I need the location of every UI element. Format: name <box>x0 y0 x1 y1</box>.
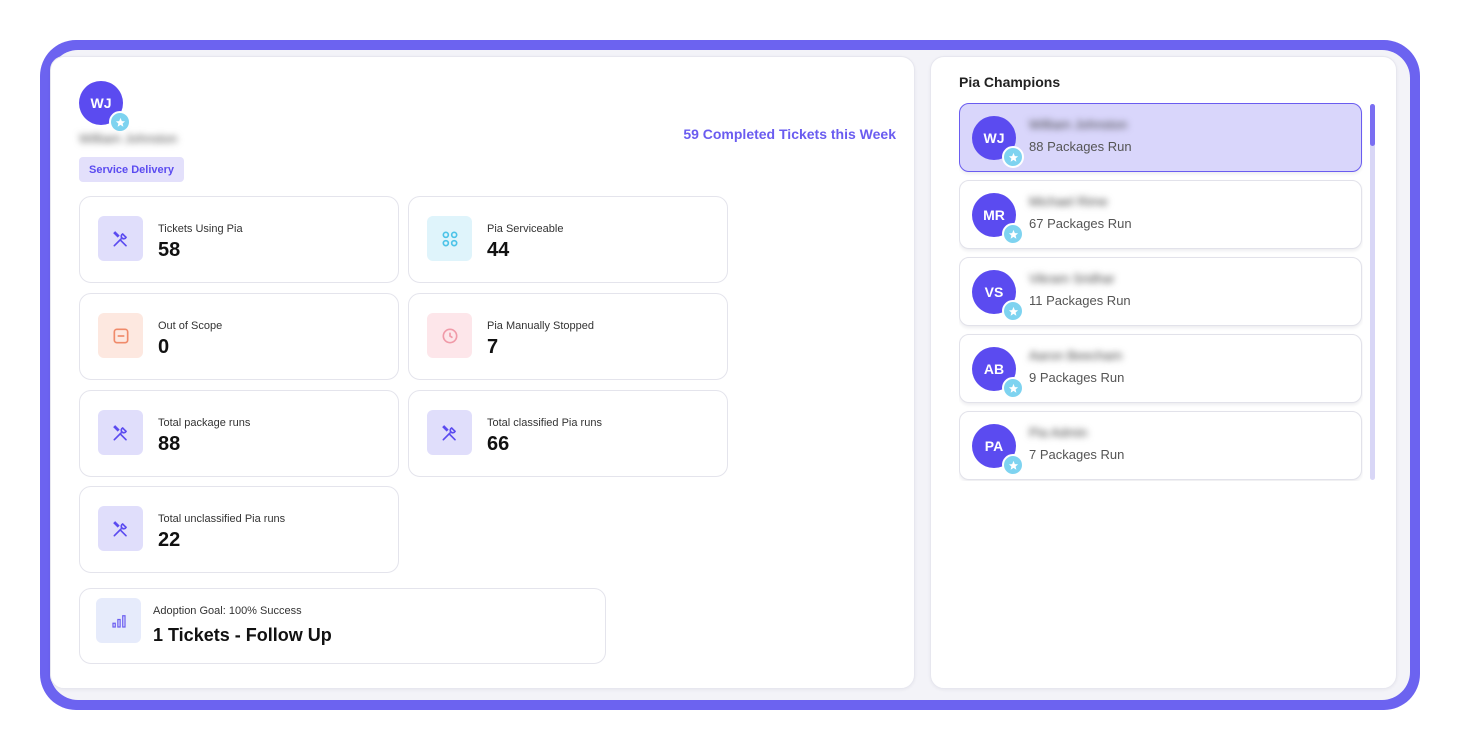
stat-label: Total unclassified Pia runs <box>158 513 286 525</box>
bar-chart-icon <box>96 598 141 643</box>
frame-inner: WJ William Johnston Service Delivery 59 … <box>50 50 1410 700</box>
stat-label: Pia Serviceable <box>487 223 564 235</box>
avatar: PA <box>972 424 1024 476</box>
stat-card-pia-manually-stopped[interactable]: Pia Manually Stopped 7 <box>408 293 728 380</box>
champion-name: Aaron Beecham <box>1029 348 1123 363</box>
star-icon <box>1002 146 1024 168</box>
champions-scrollbar-track[interactable] <box>1370 104 1375 480</box>
adoption-goal-card[interactable]: Adoption Goal: 100% Success 1 Tickets - … <box>79 588 606 664</box>
champion-name: William Johnston <box>1029 117 1128 132</box>
avatar-initials: WJ <box>983 130 1005 146</box>
avatar: VS <box>972 270 1024 322</box>
stat-card-total-unclassified-pia-runs[interactable]: Total unclassified Pia runs 22 <box>79 486 399 573</box>
pia-champions-card: Pia Champions WJ William Johnston 88 Pac… <box>930 56 1397 689</box>
avatar-initials: VS <box>984 284 1004 300</box>
tools-icon <box>98 216 143 261</box>
star-icon <box>1002 300 1024 322</box>
champion-item[interactable]: MR Michael Rime 67 Packages Run <box>959 180 1362 249</box>
stat-value: 44 <box>487 239 510 261</box>
champion-item[interactable]: VS Vikram Sridhar 11 Packages Run <box>959 257 1362 326</box>
stat-card-total-package-runs[interactable]: Total package runs 88 <box>79 390 399 477</box>
champion-item[interactable]: AB Aaron Beecham 9 Packages Run <box>959 334 1362 403</box>
champions-title: Pia Champions <box>959 74 1061 90</box>
star-icon <box>109 111 131 133</box>
minus-box-icon <box>98 313 143 358</box>
avatar-initials: MR <box>983 207 1005 223</box>
avatar: WJ <box>972 116 1024 168</box>
grid-circles-icon <box>427 216 472 261</box>
champions-scrollbar-thumb[interactable] <box>1370 104 1375 146</box>
goal-label: Adoption Goal: 100% Success <box>153 605 302 617</box>
stat-value: 66 <box>487 433 510 455</box>
tools-icon <box>98 506 143 551</box>
avatar: MR <box>972 193 1024 245</box>
champion-runs: 7 Packages Run <box>1029 447 1125 462</box>
tools-icon <box>98 410 143 455</box>
clock-icon <box>427 313 472 358</box>
star-icon <box>1002 223 1024 245</box>
star-icon <box>1002 377 1024 399</box>
stat-card-out-of-scope[interactable]: Out of Scope 0 <box>79 293 399 380</box>
stat-card-pia-serviceable[interactable]: Pia Serviceable 44 <box>408 196 728 283</box>
stat-value: 88 <box>158 433 181 455</box>
champion-name: Vikram Sridhar <box>1029 271 1115 286</box>
champion-item[interactable]: PA Pia Admin 7 Packages Run <box>959 411 1362 480</box>
champion-item[interactable]: WJ William Johnston 88 Packages Run <box>959 103 1362 172</box>
avatar-initials: WJ <box>90 95 112 111</box>
champion-name: Michael Rime <box>1029 194 1108 209</box>
dashboard-frame: WJ William Johnston Service Delivery 59 … <box>40 40 1420 710</box>
stat-label: Pia Manually Stopped <box>487 320 595 332</box>
avatar: AB <box>972 347 1024 399</box>
stat-card-tickets-using-pia[interactable]: Tickets Using Pia 58 <box>79 196 399 283</box>
champion-name: Pia Admin <box>1029 425 1088 440</box>
goal-value: 1 Tickets - Follow Up <box>153 625 332 645</box>
stat-label: Tickets Using Pia <box>158 223 243 235</box>
champions-list: WJ William Johnston 88 Packages Run MR M… <box>959 103 1363 481</box>
stat-value: 58 <box>158 239 181 261</box>
avatar-initials: AB <box>983 361 1005 377</box>
tools-icon <box>427 410 472 455</box>
stat-label: Total package runs <box>158 417 251 429</box>
champion-runs: 67 Packages Run <box>1029 216 1132 231</box>
champion-runs: 9 Packages Run <box>1029 370 1125 385</box>
avatar[interactable]: WJ <box>79 81 131 133</box>
completed-tickets-text: 59 Completed Tickets this Week <box>683 126 896 142</box>
stat-label: Total classified Pia runs <box>487 417 602 429</box>
stat-value: 7 <box>487 336 499 358</box>
stat-card-total-classified-pia-runs[interactable]: Total classified Pia runs 66 <box>408 390 728 477</box>
star-icon <box>1002 454 1024 476</box>
avatar-initials: PA <box>984 438 1004 454</box>
user-header: WJ <box>79 81 131 133</box>
champion-runs: 88 Packages Run <box>1029 139 1132 154</box>
department-badge: Service Delivery <box>79 157 185 182</box>
stat-value: 0 <box>158 336 170 358</box>
user-name: William Johnston <box>79 131 178 146</box>
user-stats-card: WJ William Johnston Service Delivery 59 … <box>50 56 915 689</box>
champion-runs: 11 Packages Run <box>1029 293 1131 308</box>
stat-value: 22 <box>158 529 181 551</box>
stat-label: Out of Scope <box>158 320 223 332</box>
